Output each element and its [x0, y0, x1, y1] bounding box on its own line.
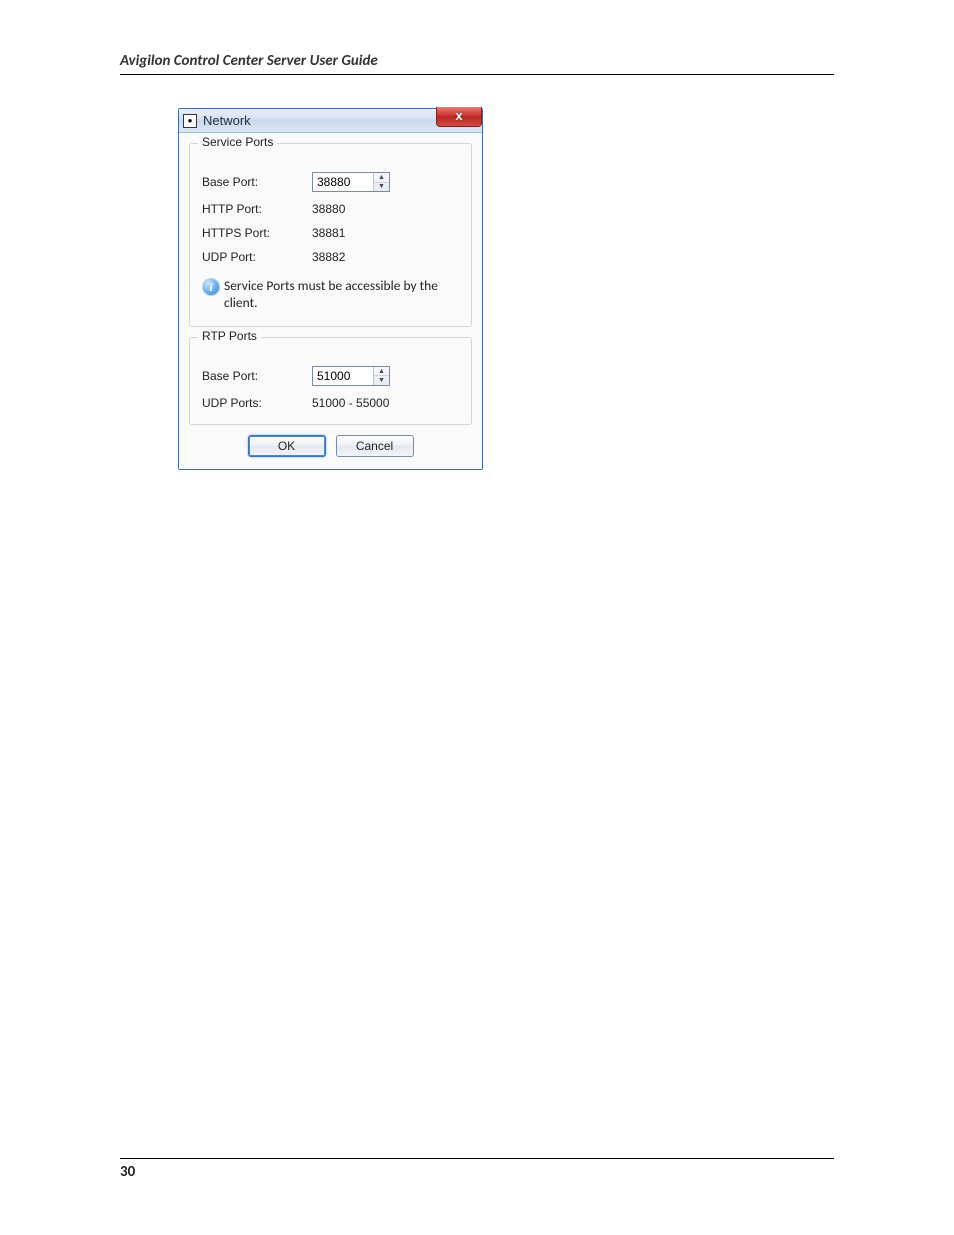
dialog-icon: ● [183, 114, 197, 128]
https-port-label: HTTPS Port: [202, 226, 312, 240]
network-dialog: ● Network x Service Ports Base Port: ▲ ▼ [178, 108, 483, 470]
service-ports-legend: Service Ports [198, 135, 277, 149]
rtp-udp-ports-label: UDP Ports: [202, 396, 312, 410]
http-port-value: 38880 [312, 202, 345, 216]
page-number: 30 [120, 1163, 135, 1181]
http-port-label: HTTP Port: [202, 202, 312, 216]
page-header: Avigilon Control Center Server User Guid… [120, 52, 834, 75]
service-base-port-input[interactable] [313, 173, 373, 191]
page-header-title: Avigilon Control Center Server User Guid… [120, 52, 378, 70]
rtp-base-port-spinner[interactable]: ▲ ▼ [312, 366, 390, 386]
udp-port-label: UDP Port: [202, 250, 312, 264]
page-footer: 30 [120, 1158, 834, 1181]
spinner-down-icon[interactable]: ▼ [374, 183, 389, 192]
spinner-up-icon[interactable]: ▲ [374, 367, 389, 377]
close-button[interactable]: x [436, 107, 482, 127]
service-base-port-label: Base Port: [202, 175, 312, 189]
info-icon: i [202, 278, 220, 296]
dialog-title: Network [203, 113, 251, 128]
spinner-up-icon[interactable]: ▲ [374, 173, 389, 183]
rtp-base-port-input[interactable] [313, 367, 373, 385]
service-base-port-spinner[interactable]: ▲ ▼ [312, 172, 390, 192]
close-icon: x [455, 108, 462, 123]
dialog-body: Service Ports Base Port: ▲ ▼ HTTP Port: … [179, 133, 482, 469]
https-port-value: 38881 [312, 226, 345, 240]
cancel-button[interactable]: Cancel [336, 435, 414, 457]
spinner-down-icon[interactable]: ▼ [374, 376, 389, 385]
rtp-ports-group: RTP Ports Base Port: ▲ ▼ UDP Ports: 5100… [189, 337, 472, 425]
udp-port-value: 38882 [312, 250, 345, 264]
dialog-titlebar[interactable]: ● Network x [179, 109, 482, 133]
rtp-ports-legend: RTP Ports [198, 329, 261, 343]
ok-button[interactable]: OK [248, 435, 326, 457]
rtp-base-port-label: Base Port: [202, 369, 312, 383]
service-ports-info-text: Service Ports must be accessible by the … [224, 278, 459, 312]
dialog-button-row: OK Cancel [189, 435, 472, 457]
rtp-udp-ports-value: 51000 - 55000 [312, 396, 389, 410]
service-ports-group: Service Ports Base Port: ▲ ▼ HTTP Port: … [189, 143, 472, 327]
